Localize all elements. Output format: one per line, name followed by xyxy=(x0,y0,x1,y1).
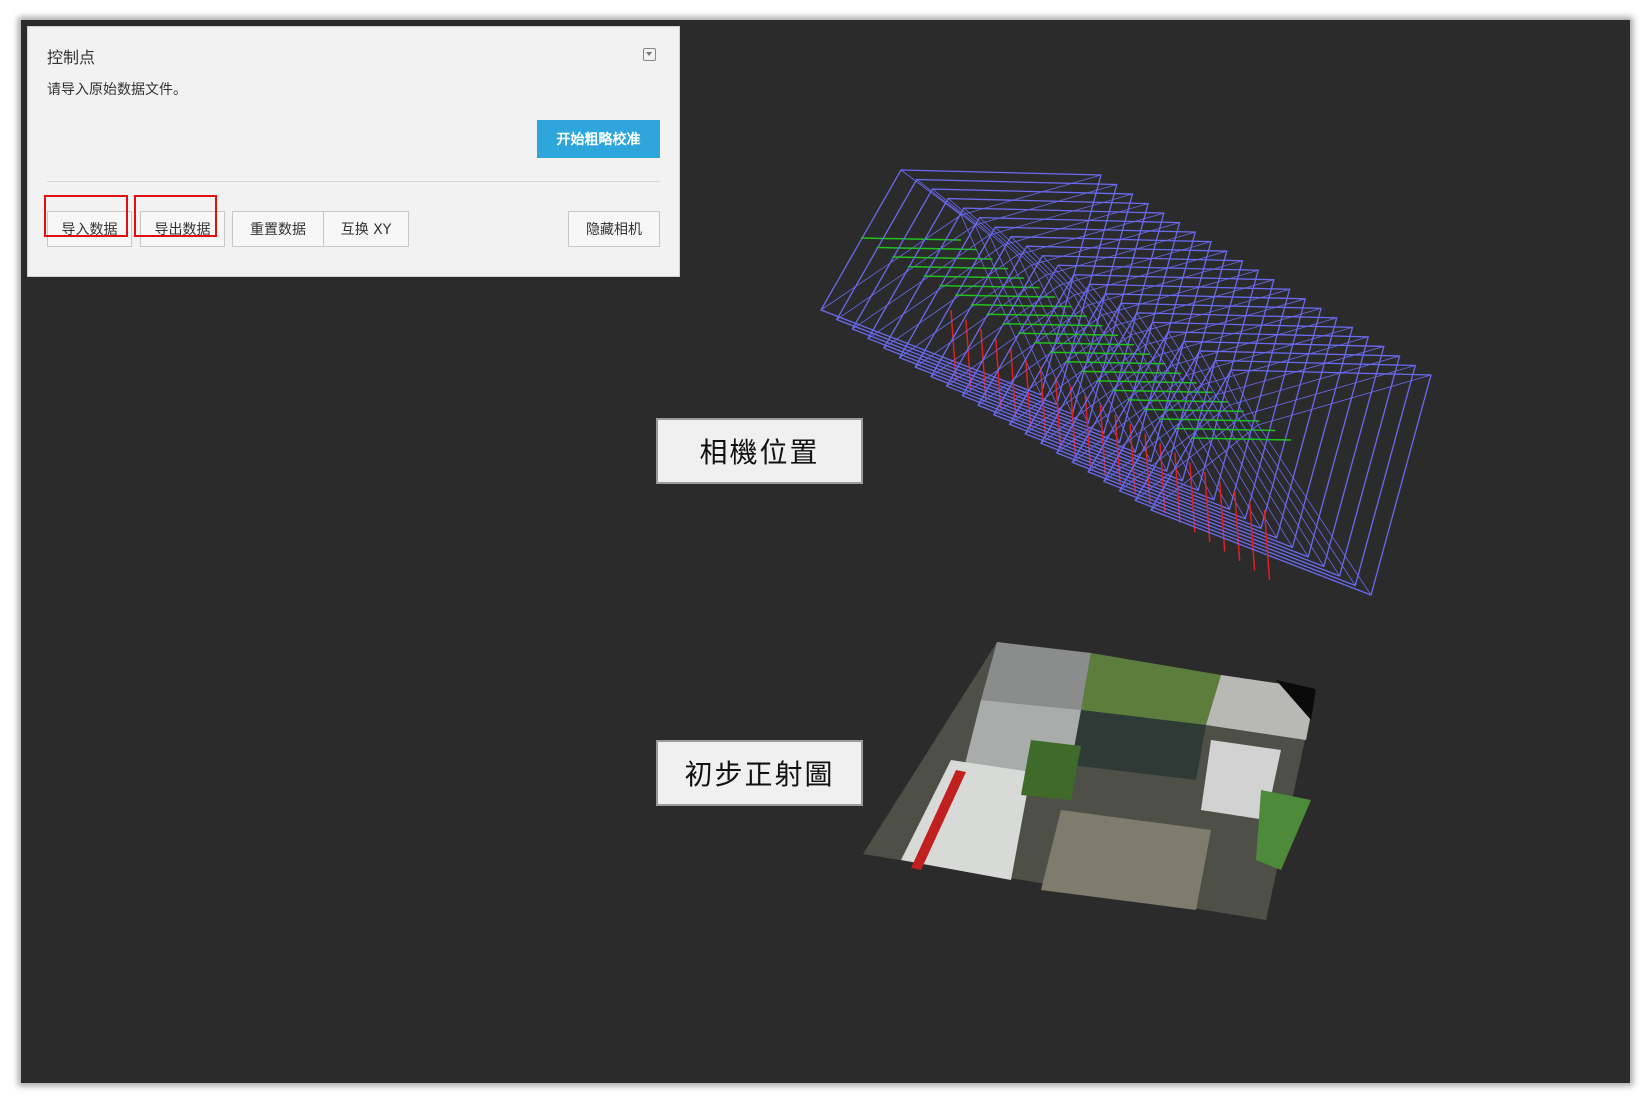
camera-axis-green xyxy=(1159,418,1260,422)
collapse-icon[interactable] xyxy=(643,48,656,61)
reset-data-button[interactable]: 重置数据 xyxy=(232,211,324,247)
frustum-edge xyxy=(1257,374,1432,426)
frustum-edge xyxy=(867,244,1004,339)
swap-xy-button[interactable]: 互换 XY xyxy=(323,211,409,247)
panel-message: 请导入原始数据文件。 xyxy=(47,82,187,98)
frustum-edge xyxy=(930,284,1061,377)
export-highlight-box xyxy=(134,195,217,237)
viewport-frame: 控制点 请导入原始数据文件。 开始粗略校准 导入数据 导出数据 重置数据 互换 … xyxy=(21,20,1630,1083)
start-calibration-button[interactable]: 开始粗略校准 xyxy=(537,120,660,158)
ortho-preview-label: 初步正射圖 xyxy=(656,740,863,806)
camera-positions-label: 相機位置 xyxy=(656,418,863,484)
frustum-edge xyxy=(1136,312,1174,366)
panel-title: 控制点 xyxy=(47,48,96,67)
control-points-panel: 控制点 请导入原始数据文件。 开始粗略校准 导入数据 导出数据 重置数据 互换 … xyxy=(27,26,680,277)
camera-axis-green xyxy=(1143,408,1244,413)
panel-divider xyxy=(47,181,660,182)
camera-axis-green xyxy=(1190,437,1292,441)
hide-camera-button[interactable]: 隐藏相机 xyxy=(568,211,660,247)
ortho-image xyxy=(863,642,1316,920)
camera-axis-red xyxy=(950,309,957,381)
camera-frustums xyxy=(820,169,1432,596)
import-highlight-box xyxy=(44,195,128,237)
